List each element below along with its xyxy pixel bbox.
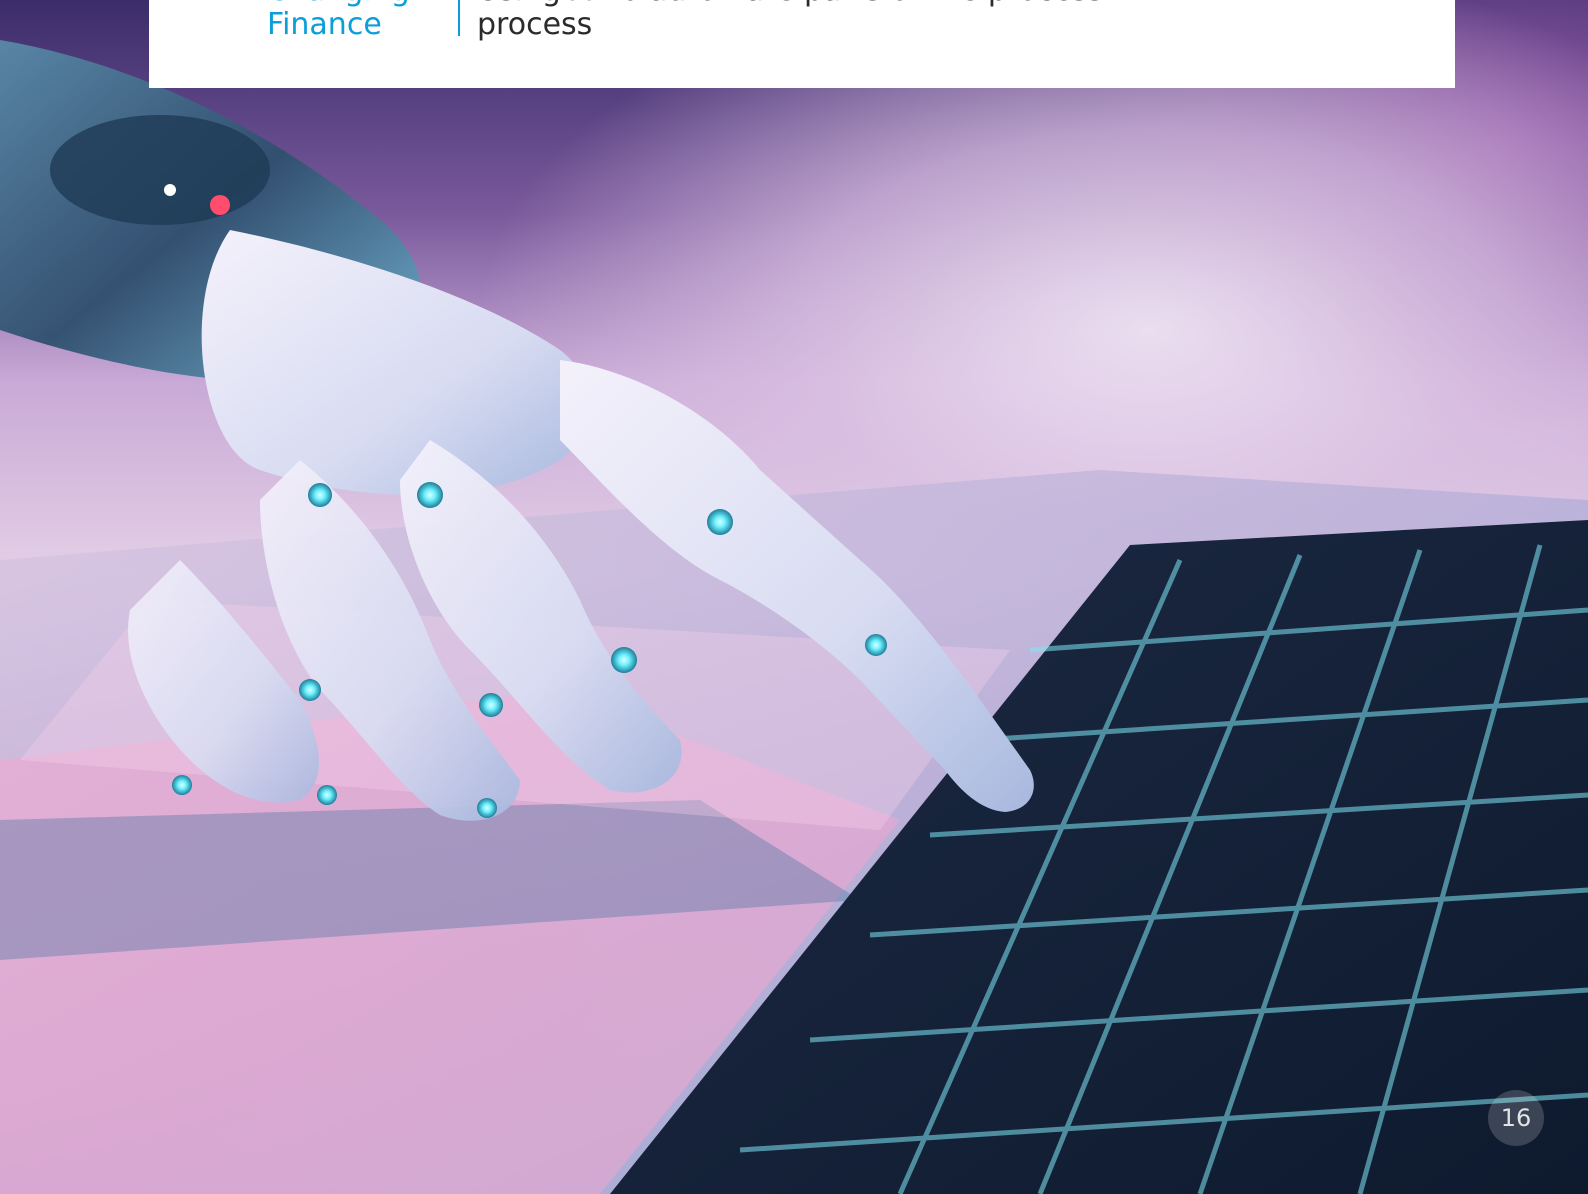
header-divider [458, 0, 460, 36]
page-heading-line-1: Using AI to automate parts of the proces… [477, 0, 1417, 8]
section-label: Changing Finance [267, 0, 447, 42]
page-number: 16 [1488, 1090, 1544, 1146]
page-heading-line-2: process [477, 7, 593, 42]
robot-hand-laptop-illustration [0, 40, 1588, 1194]
section-label-line-2: Finance [267, 7, 382, 42]
header-panel: Changing Finance Using AI to automate pa… [149, 0, 1455, 88]
background-photo [0, 0, 1588, 1194]
page-heading: Using AI to automate parts of the proces… [477, 0, 1417, 42]
